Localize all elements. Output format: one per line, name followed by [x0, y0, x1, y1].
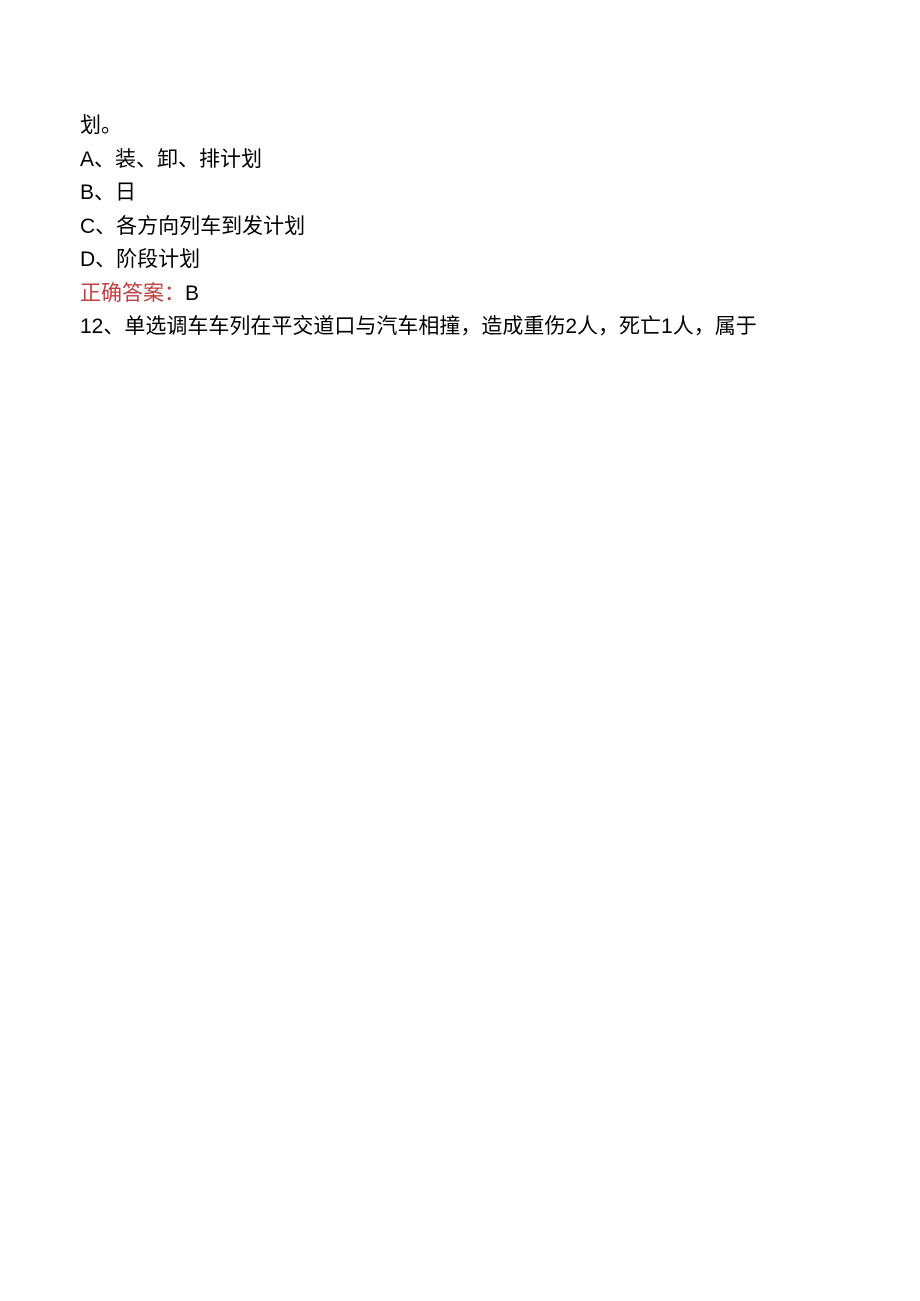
- fragment-line: 划。: [80, 110, 840, 142]
- question-12: 12、单选调车车列在平交道口与汽车相撞，造成重伤2人，死亡1人，属于: [80, 311, 840, 343]
- option-c-text: 、各方向列车到发计划: [95, 214, 305, 238]
- answer-value: B: [185, 282, 199, 305]
- option-a-letter: A: [80, 148, 94, 171]
- option-a-text: 、装、卸、排计划: [94, 147, 262, 171]
- answer-line: 正确答案：B: [80, 278, 840, 310]
- option-b-text: 、日: [94, 180, 136, 204]
- text-fragment: 划。: [80, 113, 122, 137]
- option-d-text: 、阶段计划: [95, 247, 200, 271]
- q12-number: 12: [80, 315, 103, 338]
- answer-label: 正确答案：: [80, 281, 185, 305]
- option-d-letter: D: [80, 248, 95, 271]
- option-c: C、各方向列车到发计划: [80, 211, 840, 243]
- q12-num-1: 1: [661, 315, 673, 338]
- q12-text-1: 、单选调车车列在平交道口与汽车相撞，造成重伤: [103, 314, 565, 338]
- option-a: A、装、卸、排计划: [80, 144, 840, 176]
- q12-text-3: 人，属于: [673, 314, 757, 338]
- option-b: B、日: [80, 177, 840, 209]
- q12-num-2: 2: [565, 315, 577, 338]
- q12-text-2: 人，死亡: [577, 314, 661, 338]
- option-d: D、阶段计划: [80, 244, 840, 276]
- option-b-letter: B: [80, 181, 94, 204]
- option-c-letter: C: [80, 215, 95, 238]
